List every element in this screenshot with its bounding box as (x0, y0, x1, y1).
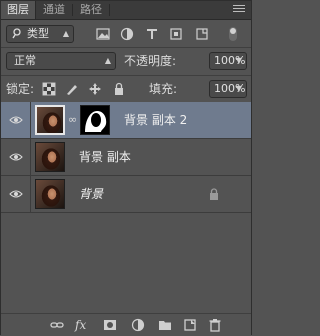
shape-filter-icon[interactable] (168, 26, 184, 42)
group-folder-icon[interactable] (158, 318, 172, 332)
chevron-updown-icon: ▲ (104, 56, 111, 65)
layer-name[interactable]: 背景 副本 2 (124, 102, 187, 138)
chevron-down-icon[interactable]: ▼ (236, 53, 242, 69)
image-filter-icon[interactable] (95, 26, 111, 42)
lock-image-pixels-icon[interactable] (65, 82, 79, 96)
fill-field[interactable]: 100% ▼ (209, 80, 247, 98)
lock-position-icon[interactable] (88, 82, 102, 96)
new-layer-icon[interactable] (183, 318, 197, 332)
layers-list: ∞ 背景 副本 2 背景 副本 背景 (1, 102, 251, 312)
visibility-toggle[interactable] (1, 102, 31, 138)
eye-icon (9, 116, 23, 124)
tab-divider (109, 4, 110, 16)
tab-channels[interactable]: 通道 (37, 1, 71, 19)
lock-icon (209, 188, 219, 203)
layer-mask-thumbnail[interactable] (80, 105, 110, 135)
lock-transparent-pixels-icon[interactable] (42, 82, 56, 96)
layer-thumbnail[interactable] (35, 179, 65, 209)
filter-type-label: 类型 (27, 27, 49, 40)
opacity-label: 不透明度: (124, 54, 177, 68)
adjustment-filter-icon[interactable] (119, 26, 135, 42)
link-layers-icon[interactable] (50, 318, 64, 332)
eye-icon (9, 153, 23, 161)
search-icon (12, 26, 22, 45)
blend-mode-select[interactable]: 正常 ▲ (6, 52, 116, 70)
filter-type-select[interactable]: 类型 ▲ (6, 25, 74, 43)
trash-icon[interactable] (208, 318, 222, 332)
eye-icon (9, 190, 23, 198)
fill-label: 填充: (149, 82, 178, 96)
layer-row[interactable]: 背景 副本 (1, 139, 251, 176)
layer-thumbnail[interactable] (35, 142, 65, 172)
smart-object-filter-icon[interactable] (194, 26, 210, 42)
fx-icon[interactable]: fx (75, 318, 89, 332)
lock-label: 锁定: (6, 82, 35, 96)
divider (1, 75, 251, 76)
panel-tab-bar: 图层 通道 路径 (1, 1, 251, 20)
blend-mode-value: 正常 (14, 54, 36, 67)
filter-toggle-switch[interactable] (229, 27, 237, 41)
layer-name[interactable]: 背景 (79, 176, 103, 212)
chevron-updown-icon: ▲ (62, 29, 69, 38)
chevron-down-icon[interactable]: ▼ (236, 81, 242, 97)
layer-name[interactable]: 背景 副本 (79, 139, 131, 175)
layers-panel: 图层 通道 路径 类型 ▲ 正常 ▲ 不透明度: 100% ▼ 锁定: 填充: … (0, 0, 252, 336)
layer-thumbnail[interactable] (35, 105, 65, 135)
mask-link-icon[interactable]: ∞ (68, 113, 77, 126)
layer-row[interactable]: 背景 (1, 176, 251, 213)
lock-all-icon[interactable] (112, 82, 126, 96)
panel-menu-icon[interactable] (233, 5, 245, 15)
layer-row[interactable]: ∞ 背景 副本 2 (1, 102, 251, 139)
tab-layers[interactable]: 图层 (1, 1, 36, 19)
tab-divider (72, 4, 73, 16)
visibility-toggle[interactable] (1, 139, 31, 175)
layers-bottom-toolbar: fx (1, 313, 251, 336)
adjustment-layer-icon[interactable] (131, 318, 145, 332)
add-mask-icon[interactable] (103, 318, 117, 332)
text-filter-icon[interactable] (144, 26, 160, 42)
opacity-field[interactable]: 100% ▼ (209, 52, 247, 70)
tab-paths[interactable]: 路径 (74, 1, 108, 19)
visibility-toggle[interactable] (1, 176, 31, 212)
divider (1, 47, 251, 48)
